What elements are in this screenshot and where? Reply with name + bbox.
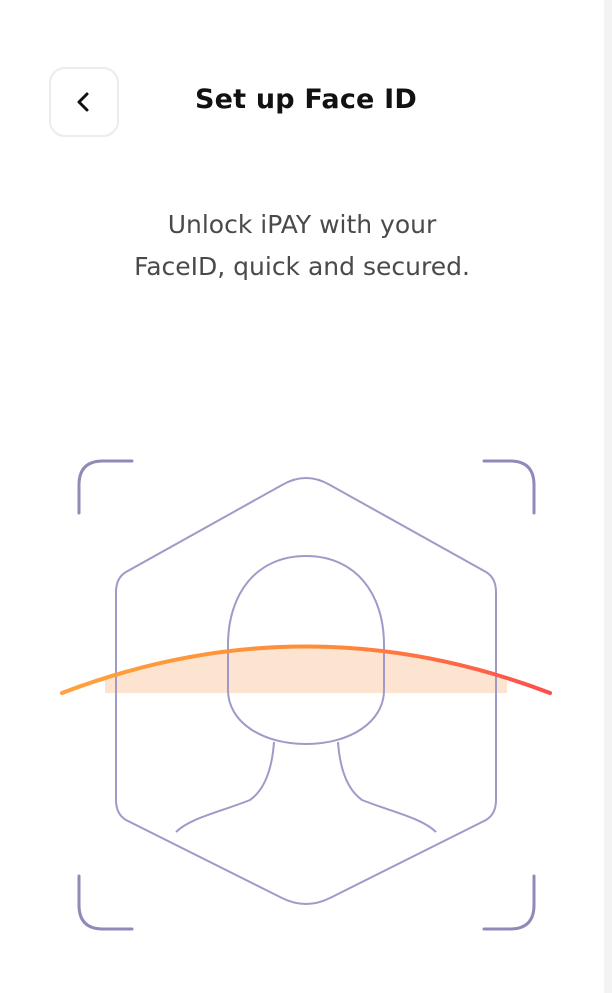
subtitle: Unlock iPAY with your FaceID, quick and … xyxy=(0,204,604,288)
shoulders-outline xyxy=(175,741,437,833)
page-title: Set up Face ID xyxy=(194,84,418,115)
face-scan-icon xyxy=(60,459,552,931)
scan-frame-corners xyxy=(77,459,536,931)
subtitle-line-1: Unlock iPAY with your xyxy=(167,210,437,239)
subtitle-line-2: FaceID, quick and secured. xyxy=(134,252,470,281)
